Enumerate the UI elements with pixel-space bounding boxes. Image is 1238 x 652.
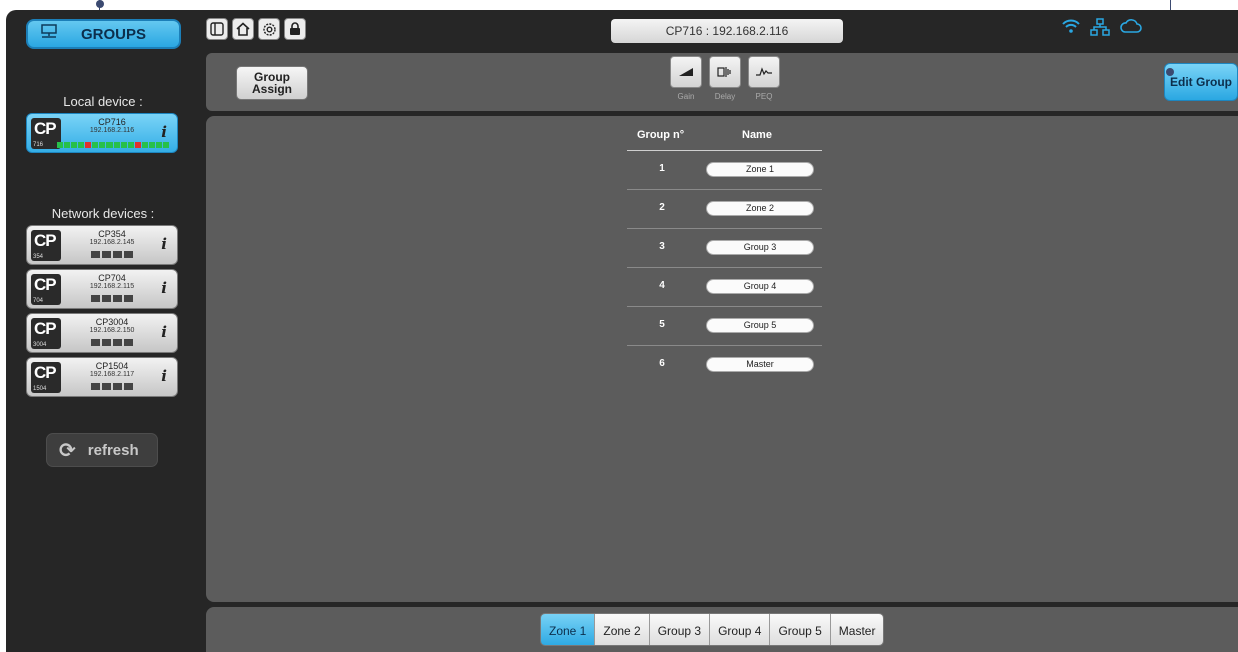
device-logo: CP 704 — [31, 274, 61, 305]
edit-group-button[interactable]: Edit Group — [1164, 63, 1238, 101]
group-number: 4 — [659, 280, 665, 291]
gain-label: Gain — [677, 92, 695, 101]
group-name-field[interactable]: Group 4 — [706, 279, 814, 294]
info-icon[interactable]: i — [161, 123, 167, 141]
peq-icon[interactable] — [748, 56, 780, 88]
group-name-field[interactable]: Zone 2 — [706, 201, 814, 216]
device-ip: 192.168.2.115 — [89, 283, 135, 290]
group-name-field[interactable]: Master — [706, 357, 814, 372]
callout-dot-edit-group — [1166, 68, 1174, 76]
refresh-icon: ⟳ — [59, 439, 76, 462]
device-logo: CP 1504 — [31, 362, 61, 393]
device-ip: 192.168.2.116 — [89, 127, 135, 134]
network-icon — [1090, 18, 1110, 41]
device-name: CP1504 — [95, 361, 129, 371]
network-device-card[interactable]: CP 354 CP354 192.168.2.145 i — [26, 225, 178, 265]
groups-icon — [40, 23, 66, 45]
local-device-label: Local device : — [63, 94, 143, 109]
groups-button[interactable]: GROUPS — [26, 19, 181, 49]
group-number: 5 — [659, 319, 665, 330]
level-meter — [91, 251, 133, 258]
info-icon[interactable]: i — [161, 323, 167, 341]
level-meter — [91, 295, 133, 302]
group-name-field[interactable]: Group 3 — [706, 240, 814, 255]
level-meter — [57, 142, 169, 148]
groups-label: GROUPS — [80, 25, 146, 43]
info-icon[interactable]: i — [161, 279, 167, 297]
group-number: 1 — [659, 163, 665, 174]
network-device-card[interactable]: CP 3004 CP3004 192.168.2.150 i — [26, 313, 178, 353]
refresh-label: refresh — [87, 441, 139, 459]
delay-label: Delay — [714, 92, 736, 101]
group-tabs: Zone 1 Zone 2 Group 3 Group 4 Group 5 Ma… — [540, 613, 885, 646]
home-icon[interactable] — [232, 18, 254, 40]
network-device-card[interactable]: CP 704 CP704 192.168.2.115 i — [26, 269, 178, 309]
info-icon[interactable]: i — [161, 367, 167, 385]
device-logo: CP 3004 — [31, 318, 61, 349]
peq-label: PEQ — [755, 92, 773, 101]
device-name: CP704 — [98, 273, 126, 283]
wifi-icon — [1061, 18, 1081, 39]
tab-group-4[interactable]: Group 4 — [710, 614, 771, 645]
device-name: CP3004 — [95, 317, 129, 327]
tab-group-3[interactable]: Group 3 — [649, 614, 711, 645]
device-logo: CP 354 — [31, 230, 61, 261]
group-number: 3 — [659, 241, 665, 252]
device-ip: 192.168.2.150 — [89, 327, 135, 334]
tab-zone-2[interactable]: Zone 2 — [595, 614, 650, 645]
table-row: 2 Zone 2 — [627, 190, 822, 229]
group-number: 6 — [659, 358, 665, 369]
device-name: CP716 — [98, 117, 126, 127]
device-title: CP716 : 192.168.2.116 — [611, 19, 843, 43]
tab-group-5[interactable]: Group 5 — [770, 614, 831, 645]
groups-panel: Group n° Name 1 Zone 1 2 Zone 2 3 Group … — [206, 116, 1238, 602]
group-number-header: Group n° — [637, 129, 685, 141]
tab-master[interactable]: Master — [830, 614, 884, 645]
lock-icon[interactable] — [284, 18, 306, 40]
group-assign-button[interactable]: Group Assign — [236, 66, 308, 100]
gain-icon[interactable] — [670, 56, 702, 88]
info-icon[interactable]: i — [161, 235, 167, 253]
group-number: 2 — [659, 202, 665, 213]
group-tab-bar: Zone 1 Zone 2 Group 3 Group 4 Group 5 Ma… — [206, 607, 1238, 652]
table-row: 6 Master — [627, 346, 822, 385]
callout-dot-groups — [96, 0, 104, 8]
cloud-icon — [1119, 18, 1143, 39]
sidebar-toggle-icon[interactable] — [206, 18, 228, 40]
table-row: 5 Group 5 — [627, 307, 822, 346]
group-name-header: Name — [742, 129, 772, 141]
table-row: 3 Group 3 — [627, 229, 822, 268]
refresh-button[interactable]: ⟳ refresh — [46, 433, 158, 467]
tab-zone-1[interactable]: Zone 1 — [541, 614, 596, 645]
network-device-card[interactable]: CP 1504 CP1504 192.168.2.117 i — [26, 357, 178, 397]
local-device-card[interactable]: CP 716 CP716 192.168.2.116 i — [26, 113, 178, 153]
group-name-field[interactable]: Group 5 — [706, 318, 814, 333]
device-name: CP354 — [98, 229, 126, 239]
network-devices-label: Network devices : — [51, 206, 155, 221]
table-row: 4 Group 4 — [627, 268, 822, 307]
delay-icon[interactable] — [709, 56, 741, 88]
toolbar: Group Assign Gain Delay PEQ Edit Group — [206, 53, 1238, 111]
level-meter — [91, 339, 133, 346]
app-window: GROUPS Local device : CP 716 CP716 192.1… — [6, 10, 1238, 652]
group-name-field[interactable]: Zone 1 — [706, 162, 814, 177]
device-ip: 192.168.2.117 — [89, 371, 135, 378]
device-ip: 192.168.2.145 — [89, 239, 135, 246]
level-meter — [91, 383, 133, 390]
settings-icon[interactable] — [258, 18, 280, 40]
table-row: 1 Zone 1 — [627, 151, 822, 190]
